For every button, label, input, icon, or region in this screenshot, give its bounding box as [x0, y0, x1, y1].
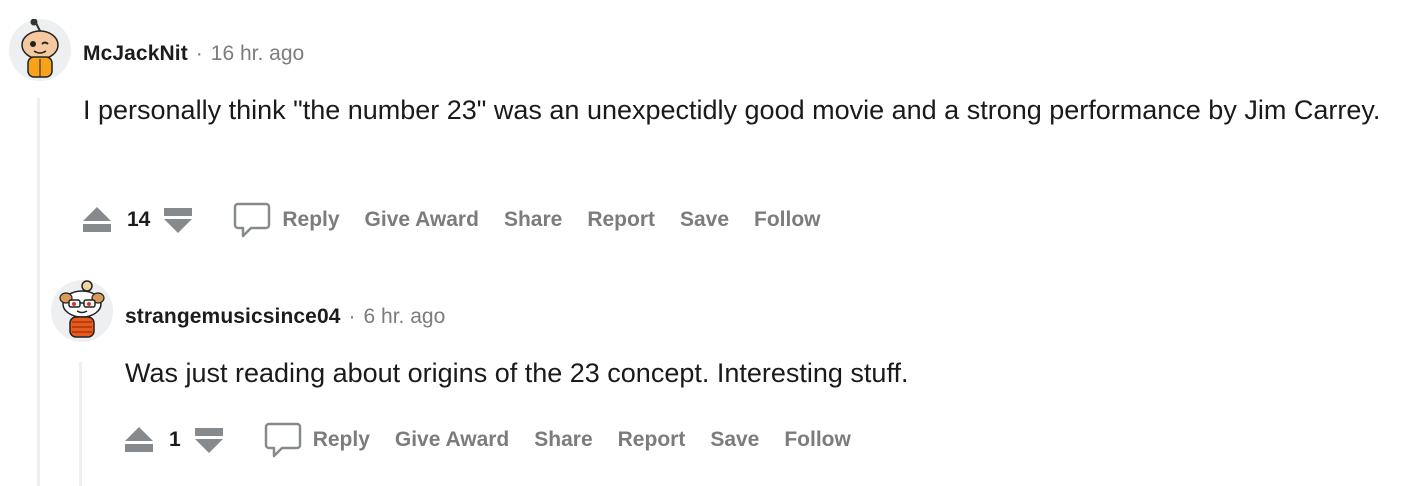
comment-bubble-icon [264, 422, 301, 458]
timestamp[interactable]: 6 hr. ago [364, 305, 446, 329]
share-button[interactable]: Share [504, 208, 562, 232]
follow-label: Follow [754, 208, 821, 231]
upvote-icon[interactable] [81, 204, 113, 236]
report-button[interactable]: Report [618, 428, 686, 452]
meta-separator: · [348, 305, 356, 328]
comment-actions: 14 Reply Give Award Share Report Save Fo… [81, 198, 846, 242]
comment-actions: 1 Reply Give Award Share Report Save Fol… [123, 418, 876, 462]
report-label: Report [617, 428, 686, 451]
thread-line-reply[interactable] [79, 362, 82, 486]
give-award-label: Give Award [394, 428, 510, 451]
save-button[interactable]: Save [680, 208, 729, 232]
user-avatar[interactable] [9, 19, 71, 81]
upvote-icon[interactable] [123, 424, 155, 456]
reply-button[interactable]: Reply [232, 200, 340, 240]
user-avatar[interactable] [51, 280, 113, 342]
comment-body: Was just reading about origins of the 23… [125, 358, 909, 388]
follow-button[interactable]: Follow [754, 208, 821, 232]
comment-body: I personally think "the number 23" was a… [83, 95, 1381, 125]
comment-meta: strangemusicsince04 · 6 hr. ago [125, 305, 445, 329]
save-button[interactable]: Save [710, 428, 759, 452]
share-button[interactable]: Share [534, 428, 592, 452]
reply-button[interactable]: Reply [263, 420, 370, 460]
share-label: Share [503, 208, 563, 231]
downvote-icon[interactable] [193, 424, 225, 456]
follow-label: Follow [784, 428, 851, 451]
share-label: Share [534, 428, 593, 451]
reply-label: Reply [282, 208, 340, 231]
reply-label: Reply [312, 428, 370, 451]
username-link[interactable]: McJackNit [83, 42, 188, 66]
save-label: Save [679, 208, 730, 231]
meta-separator: · [195, 42, 203, 65]
timestamp[interactable]: 16 hr. ago [211, 42, 304, 66]
save-label: Save [710, 428, 760, 451]
snoo-avatar-icon [51, 280, 113, 342]
comment-bubble-icon [234, 202, 271, 238]
snoo-avatar-icon [9, 19, 71, 81]
comment-meta: McJackNit · 16 hr. ago [83, 42, 304, 66]
username-link[interactable]: strangemusicsince04 [125, 305, 341, 329]
downvote-icon[interactable] [162, 204, 194, 236]
give-award-label: Give Award [364, 208, 479, 231]
give-award-button[interactable]: Give Award [365, 208, 479, 232]
thread-line-top-level[interactable] [37, 98, 40, 486]
follow-button[interactable]: Follow [784, 428, 851, 452]
vote-score: 1 [169, 428, 181, 451]
report-label: Report [587, 208, 655, 231]
give-award-button[interactable]: Give Award [395, 428, 509, 452]
vote-score: 14 [127, 208, 151, 231]
report-button[interactable]: Report [587, 208, 655, 232]
